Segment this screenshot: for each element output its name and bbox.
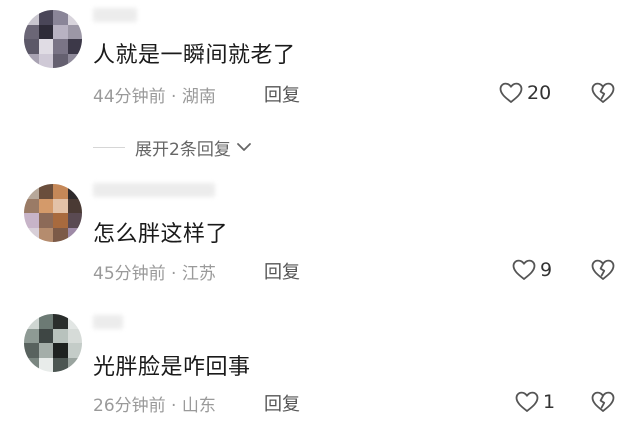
broken-heart-icon (591, 391, 615, 412)
comment-text: 光胖脸是咋回事 (93, 355, 251, 380)
reply-button[interactable]: 回复 (264, 390, 300, 416)
like-button[interactable]: 1 (514, 389, 555, 415)
username-blurred[interactable] (93, 315, 123, 329)
comment-item: 光胖脸是咋回事 26分钟前 · 山东 回复 1 (0, 0, 640, 422)
avatar-pixel (67, 328, 82, 344)
avatar-pixel (67, 357, 82, 372)
avatar-pixel (24, 343, 39, 358)
avatar-pixel (38, 343, 54, 358)
dislike-button[interactable] (590, 389, 616, 415)
like-count: 1 (543, 391, 556, 413)
avatar[interactable] (24, 314, 82, 372)
avatar-pixel (53, 328, 68, 344)
avatar-pixel (67, 343, 82, 358)
avatar-pixel (24, 328, 39, 344)
avatar-pixel (67, 314, 82, 329)
heart-outline-icon (515, 391, 539, 412)
avatar-pixel (24, 314, 39, 329)
avatar-pixel (38, 314, 54, 329)
avatar-pixel (38, 357, 54, 372)
avatar-pixel (38, 328, 54, 344)
comment-meta: 26分钟前 · 山东 (93, 396, 216, 416)
avatar-pixel (24, 357, 39, 372)
avatar-pixel (53, 357, 68, 372)
avatar-pixel (53, 314, 68, 329)
avatar-pixel (53, 343, 68, 358)
